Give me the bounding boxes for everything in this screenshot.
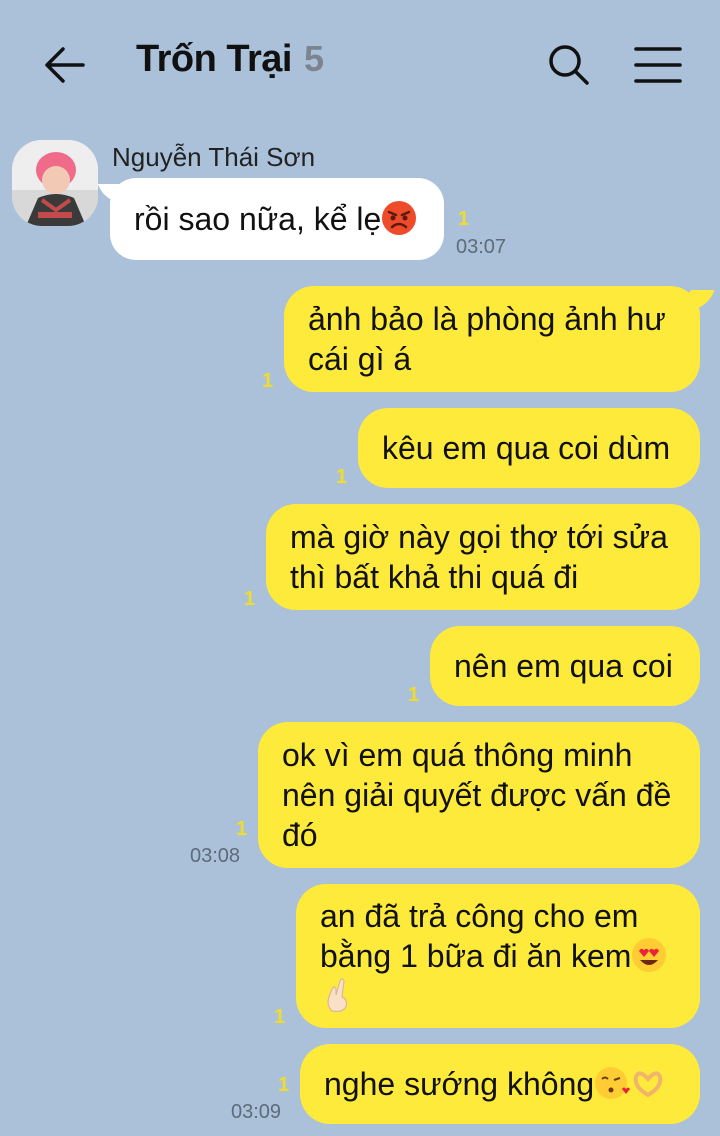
message-time: 03:08 [190,845,241,867]
unread-count: 1 [262,370,274,392]
chat-title-group[interactable]: Trốn Trại 5 [136,38,324,88]
message-text: nghe sướng không [324,1064,666,1104]
unread-count: 1 [458,208,470,230]
outgoing-message-bubble[interactable]: ok vì em quá thông minh nên giải quyết đư… [258,722,700,868]
outgoing-message-bubble[interactable]: mà giờ này gọi thợ tới sửa thì bất khả th… [266,504,700,610]
menu-button[interactable] [632,40,684,90]
unread-count: 1 [278,1074,290,1096]
message-text: ảnh bảo là phòng ảnh hư cái gì á [308,301,666,377]
back-arrow-icon [45,47,85,83]
outgoing-message-bubble[interactable]: kêu em qua coi dùm [358,408,700,488]
message-text: rồi sao nữa, kể lẹ [134,199,417,239]
message-text: ok vì em quá thông minh nên giải quyết đư… [282,737,672,853]
message-text: kêu em qua coi dùm [382,430,671,466]
member-count: 5 [303,38,325,79]
unread-count: 1 [236,818,248,840]
heart-eyes-face-emoji-icon [632,938,667,972]
chat-title: Trốn Trại [136,38,292,80]
kissing-face-emoji-icon [595,1067,631,1099]
chat-header: Trốn Trại 5 [0,0,720,128]
outgoing-message-bubble[interactable]: an đã trả công cho em bằng 1 bữa đi ăn ke… [296,884,700,1028]
outgoing-message-bubble[interactable]: nghe sướng không [300,1044,700,1124]
search-button[interactable] [544,40,594,90]
message-text: mà giờ này gọi thợ tới sửa thì bất khả th… [290,519,668,595]
incoming-message-bubble[interactable]: rồi sao nữa, kể lẹ [110,178,444,260]
crossed-fingers-hand-emoji-icon [327,978,348,1013]
avatar-image [12,140,98,226]
message-time: 03:09 [231,1101,282,1123]
sender-name: Nguyễn Thái Sơn [112,142,316,172]
outgoing-message-bubble[interactable]: nên em qua coi [430,626,700,706]
unread-count: 1 [336,466,348,488]
outgoing-message-bubble[interactable]: ảnh bảo là phòng ảnh hư cái gì á [284,286,700,392]
message-time: 03:07 [456,236,507,258]
search-icon [549,45,589,85]
hamburger-menu-icon [634,47,682,83]
back-button[interactable] [40,40,90,90]
unread-count: 1 [244,588,256,610]
message-text: an đã trả công cho em bằng 1 bữa đi ăn ke… [320,896,667,1016]
sender-avatar[interactable] [12,140,98,226]
angry-face-emoji-icon [382,201,417,235]
unread-count: 1 [274,1006,286,1028]
unread-count: 1 [408,684,420,706]
heart-hands-emoji-icon [633,1071,663,1098]
message-text: nên em qua coi [454,648,673,684]
